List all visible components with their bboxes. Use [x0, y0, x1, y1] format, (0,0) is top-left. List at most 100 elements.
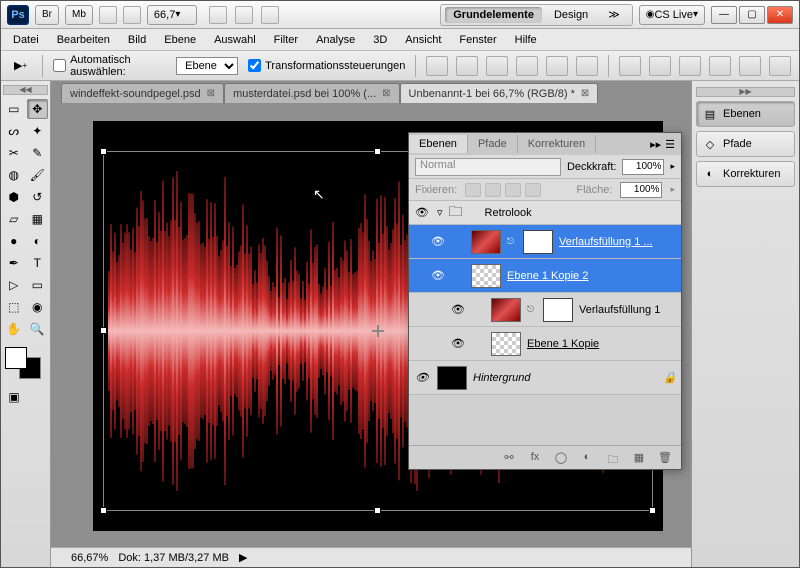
dist-1-icon[interactable] [619, 56, 641, 76]
wand-tool[interactable]: ✦ [27, 121, 49, 141]
window-close[interactable]: ✕ [767, 6, 793, 24]
handle-mid-left[interactable] [100, 327, 107, 334]
opacity-scrub-icon[interactable]: ▸ [670, 161, 675, 172]
align-right-icon[interactable] [576, 56, 598, 76]
blend-mode-dropdown[interactable]: Normal [415, 158, 561, 176]
type-tool[interactable]: T [27, 253, 49, 273]
menu-edit[interactable]: Bearbeiten [49, 32, 118, 48]
layer-thumb[interactable] [491, 298, 521, 322]
layer-thumb[interactable] [491, 332, 521, 356]
workspace-design[interactable]: Design [546, 7, 596, 23]
dist-4-icon[interactable] [709, 56, 731, 76]
workspace-essentials[interactable]: Grundelemente [445, 7, 542, 23]
zoom-tool[interactable]: 🔍 [27, 319, 49, 339]
menu-window[interactable]: Fenster [451, 32, 504, 48]
visibility-icon[interactable]: 👁 [429, 267, 447, 285]
pen-tool[interactable]: ✒ [3, 253, 25, 273]
3d-tool[interactable]: ⬚ [3, 297, 25, 317]
gradient-tool[interactable]: ▦ [27, 209, 49, 229]
visibility-icon[interactable]: 👁 [449, 335, 467, 353]
fill-input[interactable] [620, 182, 662, 198]
history-brush-tool[interactable]: ↺ [27, 187, 49, 207]
group-icon[interactable]: 🗀 [605, 451, 621, 465]
ps-logo[interactable]: Ps [7, 5, 29, 25]
layer-thumb[interactable] [437, 366, 467, 390]
path-select-tool[interactable]: ▷ [3, 275, 25, 295]
lock-all-icon[interactable] [525, 183, 541, 197]
workspace-more[interactable]: ≫ [600, 6, 628, 23]
panel-menu-icon[interactable]: ☰ [665, 138, 675, 151]
brush-tool[interactable]: 🖌 [27, 165, 49, 185]
visibility-icon[interactable]: 👁 [449, 301, 467, 319]
bridge-button[interactable]: Br [35, 5, 59, 25]
layer-row[interactable]: 👁 ⎋ Verlaufsfüllung 1 [409, 293, 681, 327]
window-minimize[interactable]: — [711, 6, 737, 24]
minibridge-button[interactable]: Mb [65, 5, 93, 25]
dodge-tool[interactable]: ◐ [27, 231, 49, 251]
fx-icon[interactable]: fx [527, 451, 543, 465]
quickmask-tool[interactable]: ▣ [3, 387, 25, 407]
handle-top-left[interactable] [100, 148, 107, 155]
menu-analysis[interactable]: Analyse [308, 32, 363, 48]
mask-thumb[interactable] [523, 230, 553, 254]
fill-scrub-icon[interactable]: ▸ [670, 184, 675, 195]
handle-bot-mid[interactable] [374, 507, 381, 514]
align-hcenter-icon[interactable] [546, 56, 568, 76]
visibility-icon[interactable]: 👁 [413, 369, 431, 387]
hand-tool[interactable]: ✋ [3, 319, 25, 339]
document-tab-1[interactable]: windeffekt-soundpegel.psd⊠ [61, 83, 224, 103]
dist-5-icon[interactable] [739, 56, 761, 76]
opacity-input[interactable] [622, 159, 664, 175]
hand-icon[interactable] [209, 6, 227, 24]
auto-select-check[interactable]: Automatisch auswählen: [53, 54, 166, 78]
layer-row[interactable]: 👁 Ebene 1 Kopie [409, 327, 681, 361]
auto-select-mode[interactable]: Ebene [176, 57, 238, 75]
align-vcenter-icon[interactable] [456, 56, 478, 76]
adjustment-icon[interactable]: ◐ [579, 451, 595, 465]
status-doc[interactable]: Dok: 1,37 MB/3,27 MB [118, 552, 229, 564]
close-icon[interactable]: ⊠ [581, 88, 589, 99]
align-bottom-icon[interactable] [486, 56, 508, 76]
stamp-tool[interactable]: ⬢ [3, 187, 25, 207]
cslive-button[interactable]: ◉ CS Live ▾ [639, 5, 705, 25]
menu-help[interactable]: Hilfe [507, 32, 545, 48]
transform-center[interactable] [372, 325, 384, 337]
heal-tool[interactable]: ◍ [3, 165, 25, 185]
layer-group[interactable]: 👁 ▿ 🗀 Retrolook [409, 201, 681, 225]
align-left-icon[interactable] [516, 56, 538, 76]
status-zoom[interactable]: 66,67% [71, 552, 108, 564]
panel-collapse-icon[interactable]: ▸▸ [650, 138, 661, 151]
panel-tab-layers[interactable]: Ebenen [409, 135, 468, 153]
close-icon[interactable]: ⊠ [207, 88, 215, 99]
arrange-icon[interactable] [235, 6, 253, 24]
dock-paths[interactable]: ◇Pfade [696, 131, 795, 157]
lasso-tool[interactable]: ᔕ [3, 121, 25, 141]
layer-thumb[interactable] [471, 230, 501, 254]
new-layer-icon[interactable]: ▦ [631, 451, 647, 465]
dock-adjustments[interactable]: ◐Korrekturen [696, 161, 795, 187]
guides-icon[interactable] [123, 6, 141, 24]
layer-row[interactable]: 👁 ⎋ Verlaufsfüllung 1 ... [409, 225, 681, 259]
toolbox-collapse[interactable]: ◀◀ [3, 85, 48, 95]
panel-tab-adjustments[interactable]: Korrekturen [518, 135, 596, 153]
layer-thumb[interactable] [471, 264, 501, 288]
mask-thumb[interactable] [543, 298, 573, 322]
document-tab-2[interactable]: musterdatei.psd bei 100% (...⊠ [224, 83, 399, 103]
link-layers-icon[interactable]: ⚯ [501, 451, 517, 465]
current-tool-icon[interactable]: ▶+ [9, 55, 32, 77]
panel-tab-paths[interactable]: Pfade [468, 135, 518, 153]
menu-image[interactable]: Bild [120, 32, 154, 48]
dist-6-icon[interactable] [769, 56, 791, 76]
layer-background[interactable]: 👁 Hintergrund 🔒 [409, 361, 681, 395]
dist-3-icon[interactable] [679, 56, 701, 76]
menu-3d[interactable]: 3D [365, 32, 395, 48]
disclosure-icon[interactable]: ▿ [437, 206, 443, 219]
zoom-dropdown[interactable]: 66,7 ▾ [147, 5, 197, 25]
blur-tool[interactable]: ● [3, 231, 25, 251]
menu-filter[interactable]: Filter [266, 32, 306, 48]
shape-tool[interactable]: ▭ [27, 275, 49, 295]
visibility-icon[interactable]: 👁 [429, 233, 447, 251]
layer-row[interactable]: 👁 Ebene 1 Kopie 2 [409, 259, 681, 293]
dock-layers[interactable]: ▤Ebenen [696, 101, 795, 127]
3d-cam-tool[interactable]: ◉ [27, 297, 49, 317]
